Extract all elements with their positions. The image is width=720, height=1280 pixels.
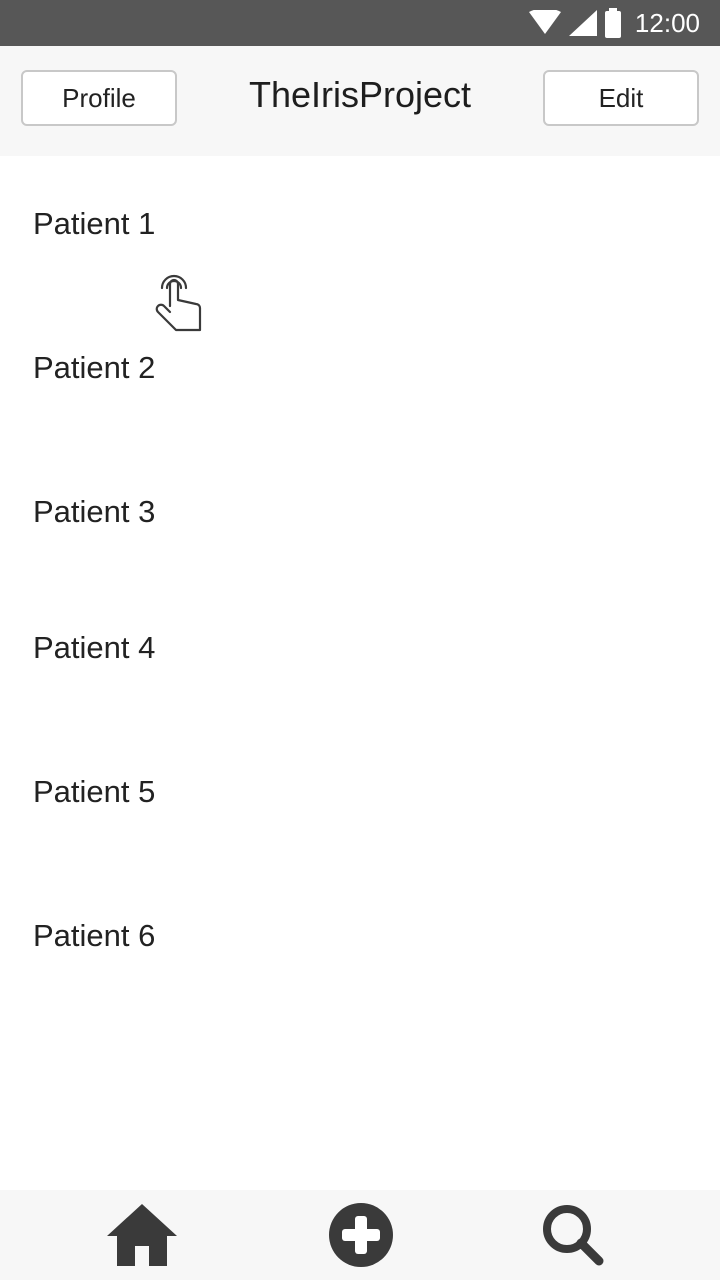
status-icons: 12:00 xyxy=(528,0,700,46)
tap-hand-icon xyxy=(155,274,202,332)
battery-icon xyxy=(604,8,621,38)
screen: 12:00 Profile TheIrisProject Edit Patien… xyxy=(0,0,720,1280)
home-icon xyxy=(107,1204,177,1266)
patient-label: Patient 1 xyxy=(33,206,156,241)
edit-button[interactable]: Edit xyxy=(543,70,699,126)
list-item[interactable]: Patient 4 xyxy=(0,580,720,724)
signal-icon xyxy=(568,10,597,36)
nav-add-button[interactable] xyxy=(301,1190,421,1280)
patient-label: Patient 3 xyxy=(33,494,156,529)
list-item[interactable]: Patient 3 xyxy=(0,444,720,588)
list-item[interactable]: Patient 1 xyxy=(0,156,720,300)
status-time: 12:00 xyxy=(634,7,700,38)
patient-label: Patient 5 xyxy=(33,774,156,809)
app-header: Profile TheIrisProject Edit xyxy=(0,46,720,156)
list-item[interactable]: Patient 2 xyxy=(0,300,720,444)
bottom-nav xyxy=(0,1190,720,1280)
list-item[interactable]: Patient 5 xyxy=(0,724,720,868)
status-bar: 12:00 xyxy=(0,0,720,46)
patient-label: Patient 6 xyxy=(33,918,156,953)
patient-label: Patient 2 xyxy=(33,350,156,385)
search-icon xyxy=(543,1205,604,1266)
wifi-icon xyxy=(528,10,561,34)
patient-list: Patient 1 Patient 2 Patient 3 Patient 4 … xyxy=(0,156,720,1190)
patient-label: Patient 4 xyxy=(33,630,156,665)
add-circle-icon xyxy=(329,1203,393,1267)
nav-home-button[interactable] xyxy=(82,1190,202,1280)
list-item[interactable]: Patient 6 xyxy=(0,868,720,1012)
nav-search-button[interactable] xyxy=(513,1190,633,1280)
